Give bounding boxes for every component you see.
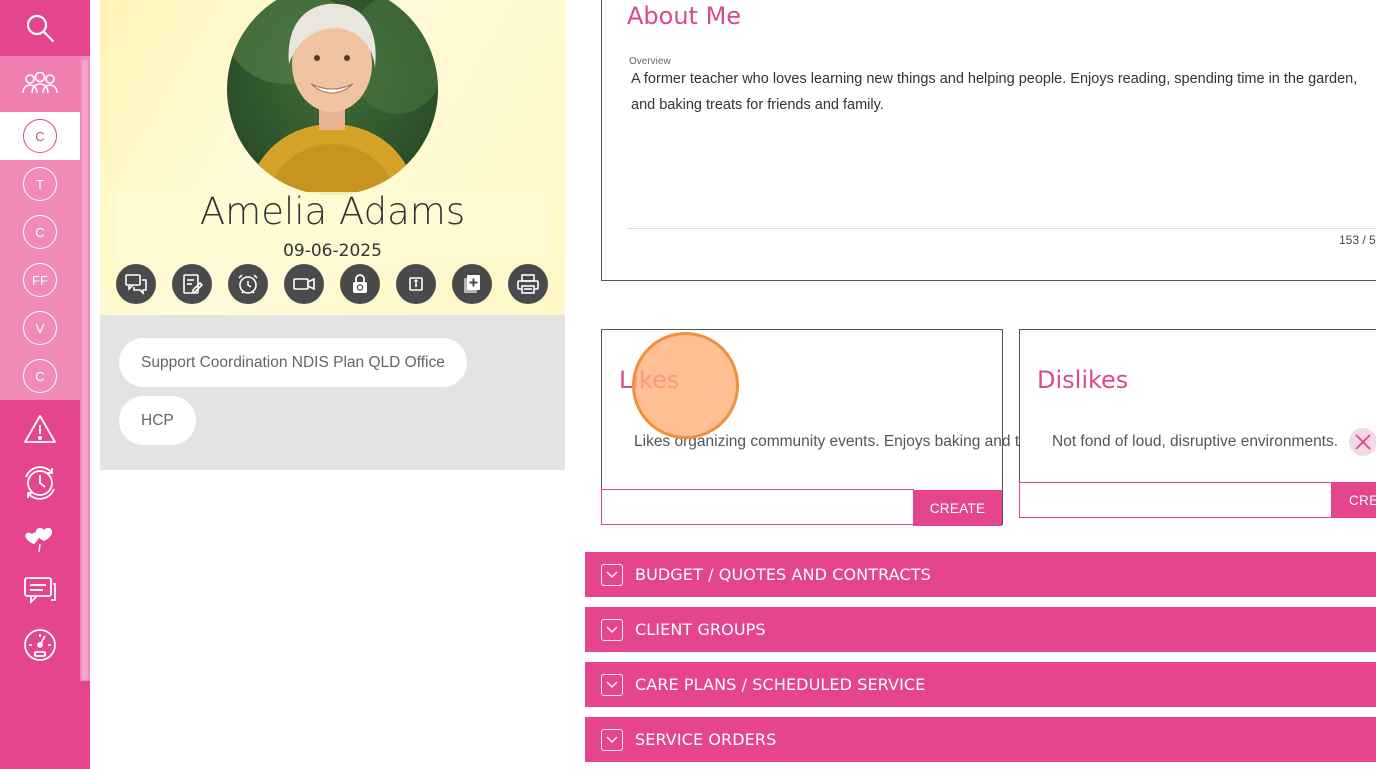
sidebar-dashboard-button[interactable]: [0, 618, 80, 672]
sidebar-sub-item[interactable]: T: [0, 160, 80, 208]
about-me-title: About Me: [627, 2, 742, 30]
sidebar-search-button[interactable]: [0, 0, 80, 56]
accordion-budget[interactable]: BUDGET / QUOTES AND CONTRACTS: [585, 552, 1376, 597]
overview-underline: [627, 228, 1376, 229]
sidebar-messages-button[interactable]: [0, 564, 80, 618]
search-icon: [26, 14, 55, 43]
cycle-clock-icon: [25, 466, 55, 500]
add-document-icon: [464, 275, 480, 293]
sidebar-sub-item-letter: V: [23, 311, 57, 345]
chevron-down-icon: [601, 618, 623, 641]
info-icon: [409, 277, 423, 291]
chevron-down-icon: [601, 563, 623, 586]
notes-action-button[interactable]: [172, 264, 212, 304]
reminder-action-button[interactable]: [228, 264, 268, 304]
accordion-care-plans[interactable]: CARE PLANS / SCHEDULED SERVICE: [585, 662, 1376, 707]
add-document-action-button[interactable]: [452, 264, 492, 304]
alert-icon: [24, 415, 56, 443]
gauge-icon: [24, 629, 56, 661]
sidebar-sub-item-letter: FF: [23, 263, 57, 297]
hearts-icon: [25, 527, 53, 553]
profile-date: 09-06-2025: [283, 241, 382, 261]
sidebar-clients-button[interactable]: [0, 56, 80, 112]
dislikes-create-button[interactable]: CRE: [1331, 482, 1376, 518]
likes-create-button[interactable]: CREATE: [913, 490, 1002, 526]
people-icon: [22, 71, 58, 94]
alarm-clock-icon: [238, 274, 258, 294]
accordion-client-groups[interactable]: CLIENT GROUPS: [585, 607, 1376, 652]
accordion-label: BUDGET / QUOTES AND CONTRACTS: [635, 565, 931, 584]
video-icon: [293, 277, 315, 291]
accordion-service-orders[interactable]: SERVICE ORDERS: [585, 717, 1376, 762]
security-action-button[interactable]: [340, 264, 380, 304]
edit-note-icon: [183, 274, 204, 294]
sidebar-sub-item-letter: C: [23, 359, 57, 393]
sidebar-sub-item[interactable]: C: [0, 112, 80, 160]
profile-actions: [116, 264, 552, 304]
likes-input[interactable]: [601, 489, 914, 525]
client-profile-page: C T C FF V C Amelia Adams 09-06-2025 Sup…: [0, 0, 1376, 769]
about-me-panel: [601, 0, 1376, 281]
dislikes-input[interactable]: [1019, 482, 1332, 518]
sidebar-sub-item[interactable]: C: [0, 352, 80, 400]
sidebar-sub-item-letter: T: [23, 167, 57, 201]
sidebar-sub-item[interactable]: FF: [0, 256, 80, 304]
info-action-button[interactable]: [396, 264, 436, 304]
sidebar-alerts-button[interactable]: [0, 402, 80, 456]
video-action-button[interactable]: [284, 264, 324, 304]
lock-refresh-icon: [353, 274, 367, 293]
chevron-down-icon: [601, 728, 623, 751]
tag-chip[interactable]: Support Coordination NDIS Plan QLD Offic…: [119, 338, 467, 387]
close-icon: [1355, 434, 1371, 450]
tag-chip[interactable]: HCP: [119, 396, 196, 445]
chat-action-button[interactable]: [116, 264, 156, 304]
chevron-down-icon: [601, 673, 623, 696]
accordion-label: CLIENT GROUPS: [635, 620, 766, 639]
sidebar-sub-item-letter: C: [23, 215, 57, 249]
sidebar-scroll-thumb[interactable]: [82, 60, 88, 680]
character-counter: 153 / 5: [1339, 233, 1376, 247]
sidebar-sub-item[interactable]: V: [0, 304, 80, 352]
dislikes-title: Dislikes: [1037, 366, 1129, 394]
dislikes-item: Not fond of loud, disruptive environment…: [1052, 433, 1339, 450]
sidebar-wellbeing-button[interactable]: [0, 510, 80, 564]
remove-dislike-button[interactable]: [1349, 428, 1376, 456]
click-indicator: [632, 332, 739, 439]
chat-icon: [125, 274, 147, 295]
overview-textarea[interactable]: A former teacher who loves learning new …: [631, 66, 1376, 118]
accordion-label: SERVICE ORDERS: [635, 730, 777, 749]
sidebar-schedule-button[interactable]: [0, 456, 80, 510]
print-icon: [517, 274, 539, 294]
accordion-label: CARE PLANS / SCHEDULED SERVICE: [635, 675, 926, 694]
print-action-button[interactable]: [508, 264, 548, 304]
profile-name: Amelia Adams: [199, 190, 466, 233]
sidebar-sub-item[interactable]: C: [0, 208, 80, 256]
chat-icon: [24, 577, 56, 605]
sidebar-sub-item-letter: C: [23, 119, 57, 153]
